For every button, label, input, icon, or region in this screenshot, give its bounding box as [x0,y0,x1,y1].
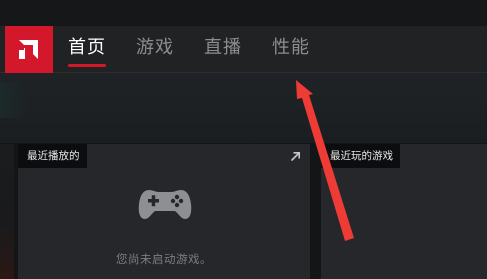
main-nav-tabs: 首页 游戏 直播 性能 [68,35,310,67]
recent-games-title: 最近玩的游戏 [321,144,400,168]
left-edge-strip [0,144,14,279]
recent-games-panel: 最近玩的游戏 [321,144,487,279]
tab-home-label: 首页 [68,37,106,58]
gamepad-icon [138,190,192,219]
window-titlebar [0,0,487,26]
tab-streaming-label: 直播 [204,37,242,58]
amd-logo[interactable] [5,26,53,74]
amd-logo-icon [19,40,38,59]
tab-streaming[interactable]: 直播 [204,35,242,61]
tab-performance[interactable]: 性能 [272,35,310,61]
recently-played-title: 最近播放的 [18,144,87,168]
no-games-message: 您尚未启动游戏。 [116,252,212,266]
tab-performance-label: 性能 [272,37,310,58]
app-window: 首页 游戏 直播 性能 最近播放的 您尚未启动游戏。 最近玩的游戏 [0,0,487,279]
active-tab-indicator [68,64,106,67]
tab-games[interactable]: 游戏 [136,35,174,61]
hero-banner [0,73,487,143]
tab-home[interactable]: 首页 [68,35,106,67]
tab-games-label: 游戏 [136,37,174,58]
expand-arrow-icon[interactable] [290,151,301,162]
recently-played-panel: 最近播放的 您尚未启动游戏。 [18,144,310,279]
banner-accent [0,82,28,118]
